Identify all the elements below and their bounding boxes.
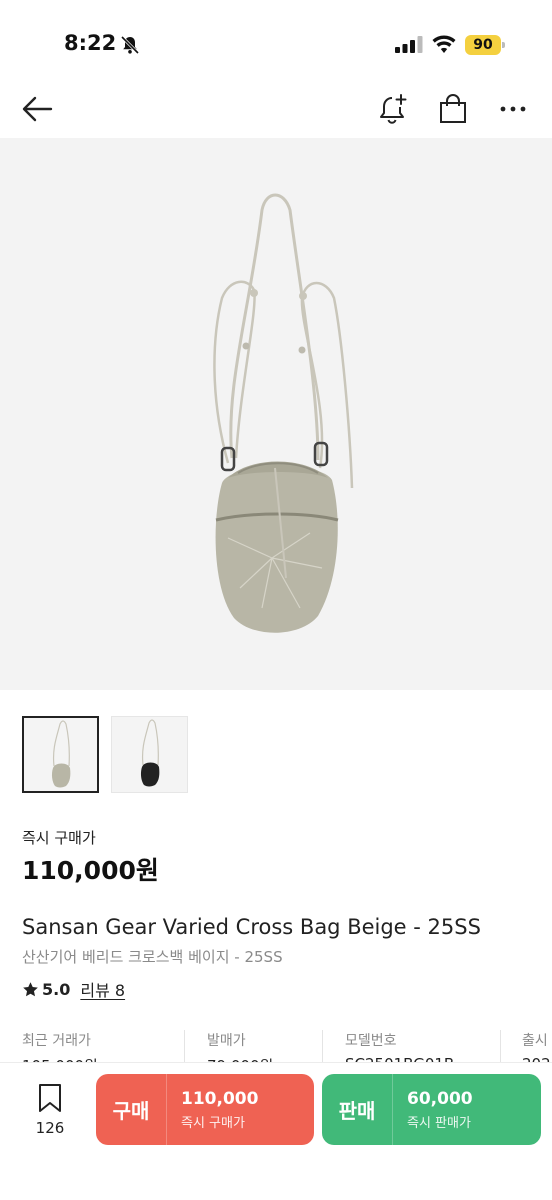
buy-price-block: 110,000 즉시 구매가 (167, 1089, 258, 1131)
bell-off-icon (120, 35, 140, 55)
sell-sub-label: 즉시 판매가 (407, 1115, 471, 1131)
info-key: 발매가 (207, 1033, 246, 1049)
buy-label: 구매 (112, 1099, 150, 1123)
product-info-row: 최근 거래가 105,000원 발매가 79,000원 모델번호 SC2501B… (0, 1022, 552, 1064)
buy-sub-label: 즉시 구매가 (181, 1115, 245, 1131)
sell-label: 판매 (338, 1099, 376, 1123)
info-recent-price: 최근 거래가 105,000원 (22, 1030, 98, 1064)
status-time: 8:22 (64, 31, 117, 55)
product-image[interactable] (0, 138, 552, 690)
save-button[interactable]: 126 (28, 1083, 72, 1137)
info-divider (184, 1030, 185, 1064)
bag-image (213, 193, 354, 633)
bookmark-icon (39, 1084, 61, 1112)
thumbnail-image (51, 720, 71, 788)
top-nav (0, 80, 552, 138)
bell-plus-icon (380, 94, 407, 124)
shopping-bag-icon (440, 94, 466, 123)
instant-buy-label: 즉시 구매가 (22, 829, 96, 847)
info-release-date: 출시 202 (522, 1030, 551, 1064)
save-count: 126 (35, 1119, 65, 1137)
signal-icon (395, 36, 423, 53)
review-link[interactable]: 리뷰 8 (80, 977, 125, 1001)
status-bar: 8:22 90 (0, 0, 552, 80)
sell-amount: 60,000 (407, 1088, 473, 1109)
buy-amount: 110,000 (181, 1088, 259, 1109)
buy-button[interactable]: 구매 110,000 즉시 구매가 (96, 1074, 314, 1145)
cart-button[interactable] (434, 90, 472, 128)
wifi-icon (432, 35, 456, 53)
sell-price-block: 60,000 즉시 판매가 (393, 1089, 473, 1131)
price-alert-button[interactable] (374, 90, 412, 128)
battery-indicator: 90 (465, 35, 505, 55)
product-name-en: Sansan Gear Varied Cross Bag Beige - 25S… (22, 915, 481, 939)
more-button[interactable] (494, 90, 532, 128)
product-price: 110,000원 (22, 856, 159, 885)
info-model-number: 모델번호 SC2501BG01B (345, 1030, 454, 1064)
thumbnail-image (140, 719, 160, 787)
product-name-ko: 산산기어 베리드 크로스백 베이지 - 25SS (22, 948, 283, 966)
arrow-left-icon (22, 96, 53, 122)
back-button[interactable] (18, 90, 56, 128)
info-key: 최근 거래가 (22, 1033, 91, 1049)
info-key: 출시 (522, 1033, 548, 1049)
star-icon (23, 981, 38, 996)
thumbnail-beige[interactable] (22, 716, 99, 793)
info-divider (500, 1030, 501, 1064)
thumbnail-strip (22, 716, 188, 793)
info-divider (322, 1030, 323, 1064)
rating-row: 5.0 리뷰 8 (22, 977, 125, 1001)
bottom-action-bar: 126 구매 110,000 즉시 구매가 판매 60,000 즉시 판매가 (0, 1062, 552, 1200)
sell-button[interactable]: 판매 60,000 즉시 판매가 (322, 1074, 541, 1145)
thumbnail-black[interactable] (111, 716, 188, 793)
info-key: 모델번호 (345, 1033, 397, 1049)
rating-value: 5.0 (42, 979, 71, 999)
info-release-price: 발매가 79,000원 (207, 1030, 273, 1064)
more-horizontal-icon (500, 106, 526, 112)
